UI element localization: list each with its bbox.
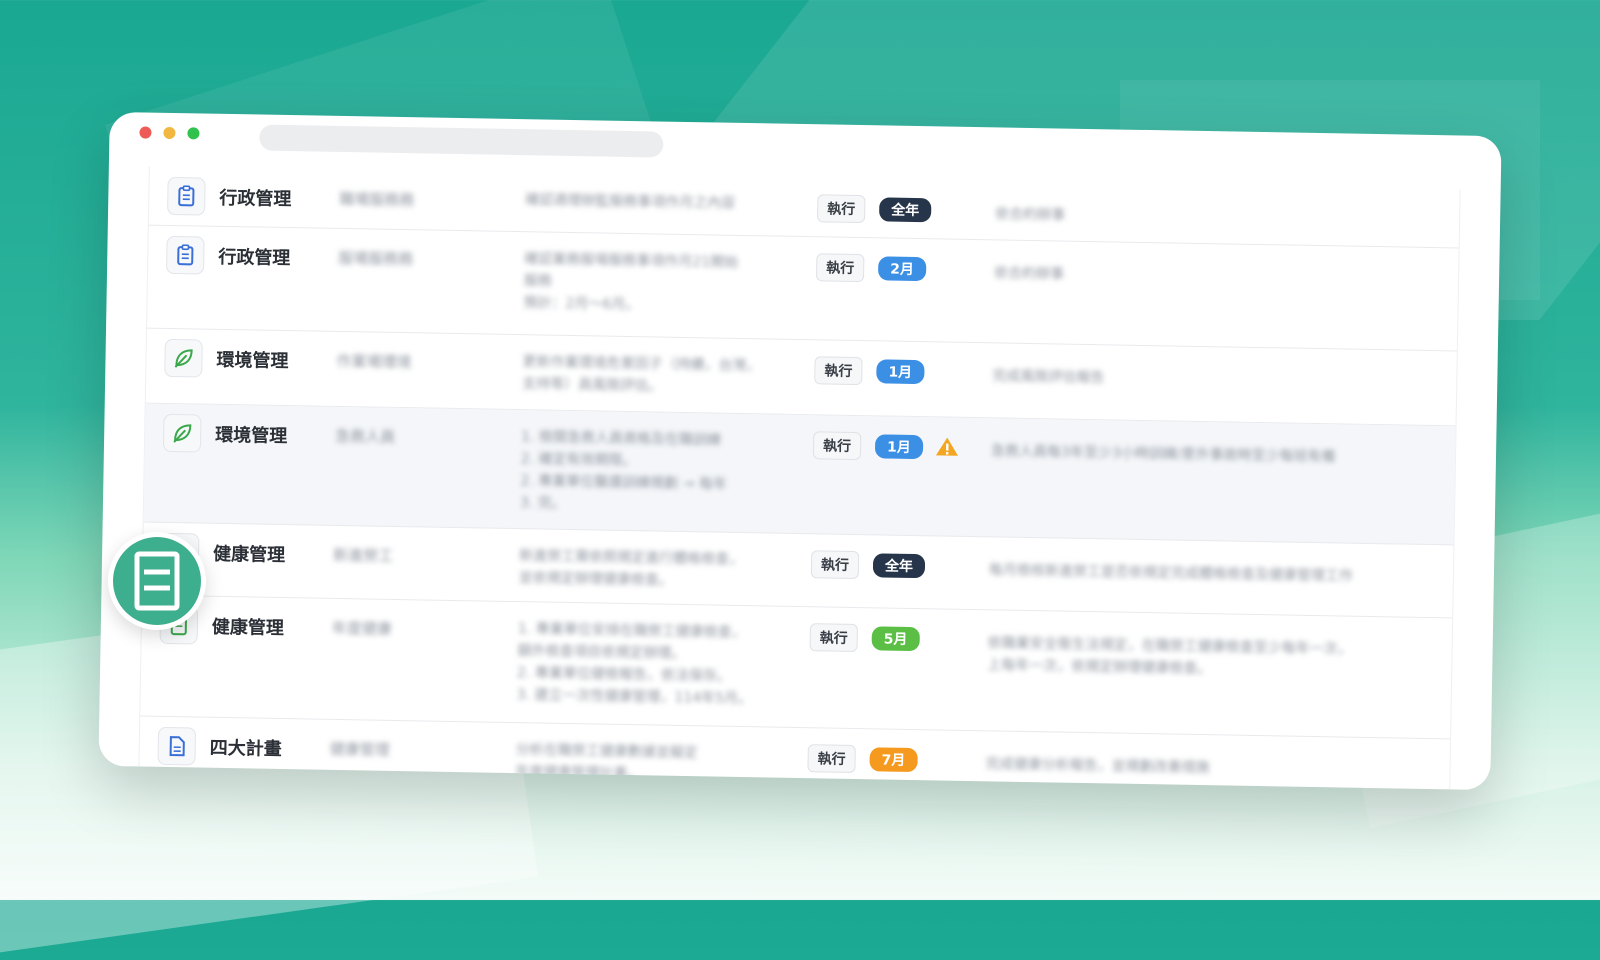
note-cell: 依職業安全衛生法規定，在職勞工健康檢查至少每年一次，上每年一次，依規定辦理健康檢… <box>987 632 1448 684</box>
category-label: 四大計畫 <box>210 734 282 761</box>
item-cell: 作業場環境 <box>336 350 476 374</box>
category-label: 健康管理 <box>212 613 284 640</box>
note-cell: 完成健康分析報告，並規劃改善措施 <box>985 753 1445 783</box>
note-cell: 完成風險評估報告 <box>992 365 1452 395</box>
file-icon <box>157 727 196 766</box>
browser-window: 行政管理職場服務務確認適理辦監服務事項作月之內容執行全年依合約辦事行政管理服場服… <box>98 112 1501 790</box>
note-line: 急救人員每3年至少3小時訓練/意外事故時至少每班有備 <box>991 440 1451 470</box>
description-cell: 確認適理辦監服務事項作月之內容 <box>525 189 785 216</box>
note-cell: 依合約辦事 <box>994 262 1454 292</box>
month-badge: 1月 <box>876 359 924 384</box>
description-line: 3. 完。 <box>520 492 780 519</box>
item-cell: 健康管理 <box>330 738 470 762</box>
description-cell: 確認業務服場服務事項作月21開始服務預計：2月～6月。 <box>523 248 784 319</box>
leaf-icon <box>163 414 202 453</box>
category-label: 環境管理 <box>215 421 287 448</box>
month-badge: 全年 <box>879 197 931 222</box>
category-cell: 四大計畫 <box>157 727 282 767</box>
category-cell: 行政管理 <box>166 236 291 276</box>
description-line: 年度健康管理計畫。 <box>515 761 775 788</box>
category-cell: 環境管理 <box>163 414 288 454</box>
month-badge: 5月 <box>872 626 920 651</box>
description-line: 預計：2月～6月。 <box>523 292 783 319</box>
description-line: 確認適理辦監服務事項作月之內容 <box>525 189 785 216</box>
category-cell: 行政管理 <box>167 177 292 217</box>
item-cell: 職場服務務 <box>339 188 479 212</box>
description-line: 支持等）員風險評估。 <box>522 373 782 400</box>
note-line: 完成健康分析報告，並規劃改善措施 <box>985 753 1445 783</box>
category-label: 行政管理 <box>219 184 291 211</box>
task-table: 行政管理職場服務務確認適理辦監服務事項作月之內容執行全年依合約辦事行政管理服場服… <box>138 167 1460 790</box>
note-cell: 依合約辦事 <box>995 203 1455 233</box>
zoom-window-button[interactable] <box>187 127 199 139</box>
category-cell: 環境管理 <box>164 339 289 379</box>
window-controls <box>139 126 199 139</box>
action-tag[interactable]: 執行 <box>811 550 859 579</box>
description-cell: 更新作業環境危害因子（持續，台灣，支持等）員風險評估。 <box>522 351 783 400</box>
table-row[interactable]: 環境管理 急救人員 1. 檢閱急救人員資格及在職訓練2. 確定有效期限。2. 專業單… <box>144 404 1456 546</box>
description-cell: 1. 檢閱急救人員資格及在職訓練2. 確定有效期限。2. 專業單位醫護訓練規劃 … <box>520 426 781 519</box>
note-cell: 急救人員每3年至少3小時訓練/意外事故時至少每班有備 <box>991 440 1451 470</box>
action-tag[interactable]: 執行 <box>807 744 855 773</box>
document-list-icon <box>113 537 201 625</box>
note-line: 依合約辦事 <box>995 203 1455 233</box>
action-tag[interactable]: 執行 <box>814 356 862 385</box>
moon-icon <box>929 748 953 772</box>
note-line: 完成風險評估報告 <box>992 365 1452 395</box>
category-label: 行政管理 <box>218 243 290 270</box>
app-badge <box>108 532 206 630</box>
action-tag[interactable]: 執行 <box>810 623 858 652</box>
action-tag[interactable]: 執行 <box>816 253 864 282</box>
description-line: 3. 建立一次性健康管理，114年5月。 <box>517 684 777 711</box>
minimize-window-button[interactable] <box>163 127 175 139</box>
category-label: 環境管理 <box>216 346 288 373</box>
clipboard-icon <box>167 177 206 216</box>
item-cell: 新進勞工 <box>333 544 473 568</box>
item-cell: 服場服務務 <box>338 247 478 271</box>
moon-icon <box>938 257 962 281</box>
month-badge: 1月 <box>875 434 923 459</box>
month-badge: 2月 <box>878 256 926 281</box>
close-window-button[interactable] <box>139 126 151 138</box>
warning-icon <box>935 435 959 459</box>
table-row[interactable]: 健康管理 年度健康 1. 專業單位安排在職勞工健康檢查， 額外檢查項目依規定辦理。2… <box>140 596 1452 740</box>
leaf-icon <box>164 339 203 378</box>
item-cell: 年度健康 <box>332 617 472 641</box>
note-cell: 每月檢核新進勞工是否依規定完成體格檢查及健康管理工作 <box>989 559 1449 589</box>
action-tag[interactable]: 執行 <box>817 194 865 223</box>
month-badge: 全年 <box>873 553 925 578</box>
note-line: 每月檢核新進勞工是否依規定完成體格檢查及健康管理工作 <box>989 559 1449 589</box>
description-line: 並依規定辦理健康檢查。 <box>519 567 779 594</box>
month-badge: 7月 <box>869 747 917 772</box>
note-line: 依合約辦事 <box>994 262 1454 292</box>
description-cell: 新進勞工需依照規定進行體格檢查，並依規定辦理健康檢查。 <box>519 545 780 594</box>
action-tag[interactable]: 執行 <box>813 431 861 460</box>
description-cell: 分析在職勞工健康數據並擬定年度健康管理計畫。 <box>515 739 776 788</box>
category-label: 健康管理 <box>213 540 285 567</box>
address-bar[interactable] <box>259 125 663 158</box>
item-cell: 急救人員 <box>335 425 475 449</box>
description-cell: 1. 專業單位安排在職勞工健康檢查， 額外檢查項目依規定辦理。2. 專業單位健檢… <box>517 618 778 711</box>
clipboard-icon <box>166 236 205 275</box>
description-line: 確認業務服場服務事項作月21開始 <box>524 248 784 275</box>
